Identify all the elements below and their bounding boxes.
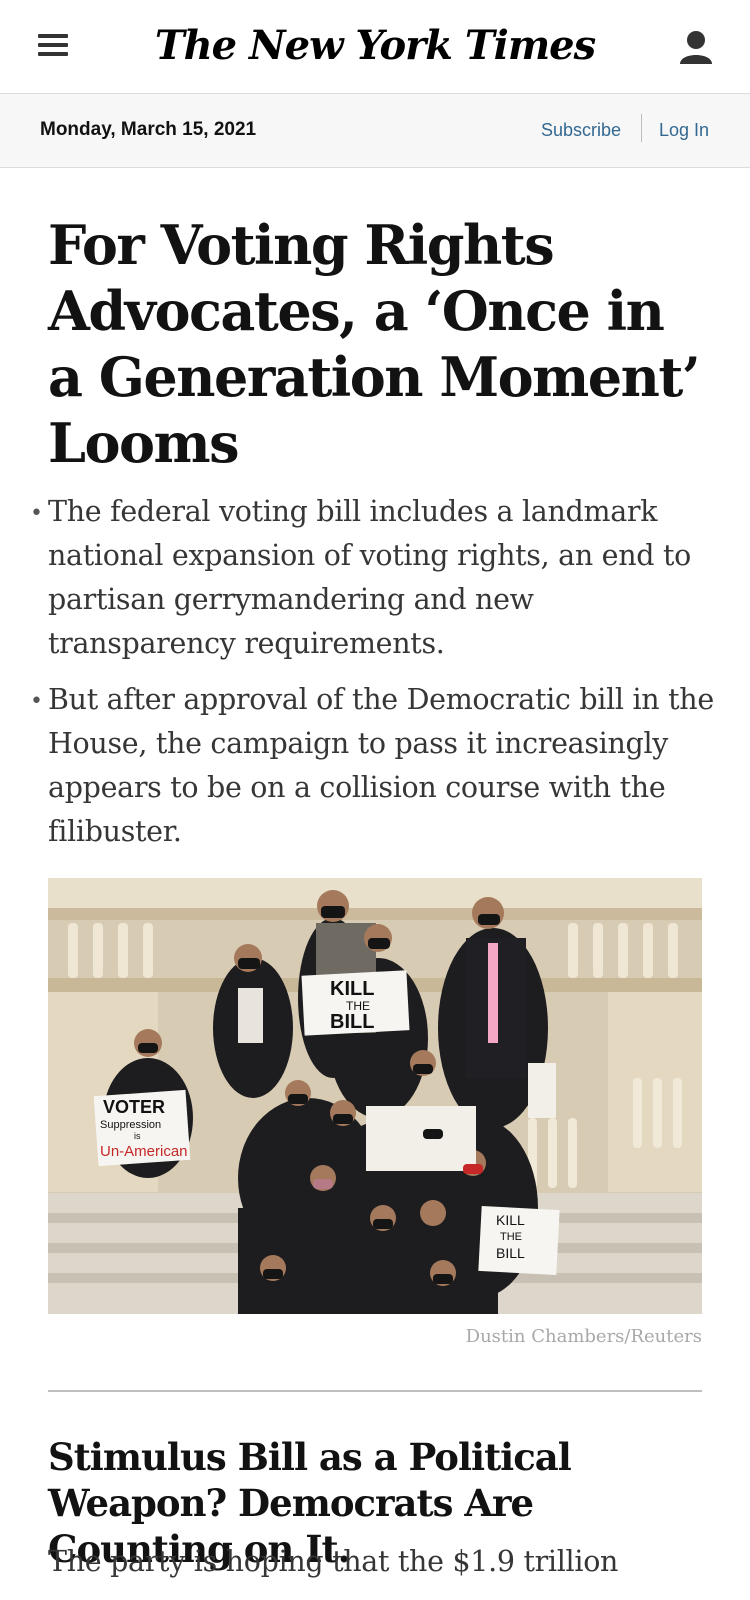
sign-text: BILL (496, 1245, 525, 1261)
login-link[interactable]: Log In (659, 120, 709, 141)
sign-text: Suppression (100, 1119, 161, 1131)
summary-text: The federal voting bill includes a landm… (48, 495, 691, 660)
photo-credit: Dustin Chambers/Reuters (465, 1326, 702, 1347)
summary-bullet: • But after approval of the Democratic bi… (30, 678, 720, 854)
sign-text: BILL (330, 1011, 374, 1033)
current-date: Monday, March 15, 2021 (40, 119, 257, 140)
lead-headline[interactable]: For Voting Rights Advocates, a ‘Once in … (48, 212, 708, 476)
sign-text: VOTER (103, 1097, 165, 1117)
top-bar: The New York Times (0, 0, 750, 94)
date-bar: Monday, March 15, 2021 Subscribe Log In (0, 94, 750, 168)
user-account-icon[interactable] (678, 28, 714, 68)
sign-text: is (134, 1131, 141, 1141)
sign-text: KILL (496, 1212, 525, 1228)
summary-bullet: • The federal voting bill includes a land… (30, 490, 720, 666)
sign-text: Un-American (100, 1143, 188, 1160)
sign-text: KILL (330, 978, 374, 1000)
lead-photo[interactable]: KILL THE BILL VOTER Suppression is Un-Am… (48, 878, 702, 1314)
nyt-logo[interactable]: The New York Times (0, 22, 750, 69)
bullet-icon: • (30, 689, 43, 714)
link-divider (641, 114, 642, 142)
subscribe-link[interactable]: Subscribe (541, 120, 621, 141)
sign-text: THE (500, 1231, 522, 1243)
bullet-icon: • (30, 501, 43, 526)
lead-summary-list: • The federal voting bill includes a land… (30, 490, 720, 866)
secondary-summary: The party is hoping that the $1.9 trilli… (48, 1545, 619, 1578)
summary-text: But after approval of the Democratic bil… (48, 683, 714, 848)
section-divider (48, 1390, 702, 1392)
